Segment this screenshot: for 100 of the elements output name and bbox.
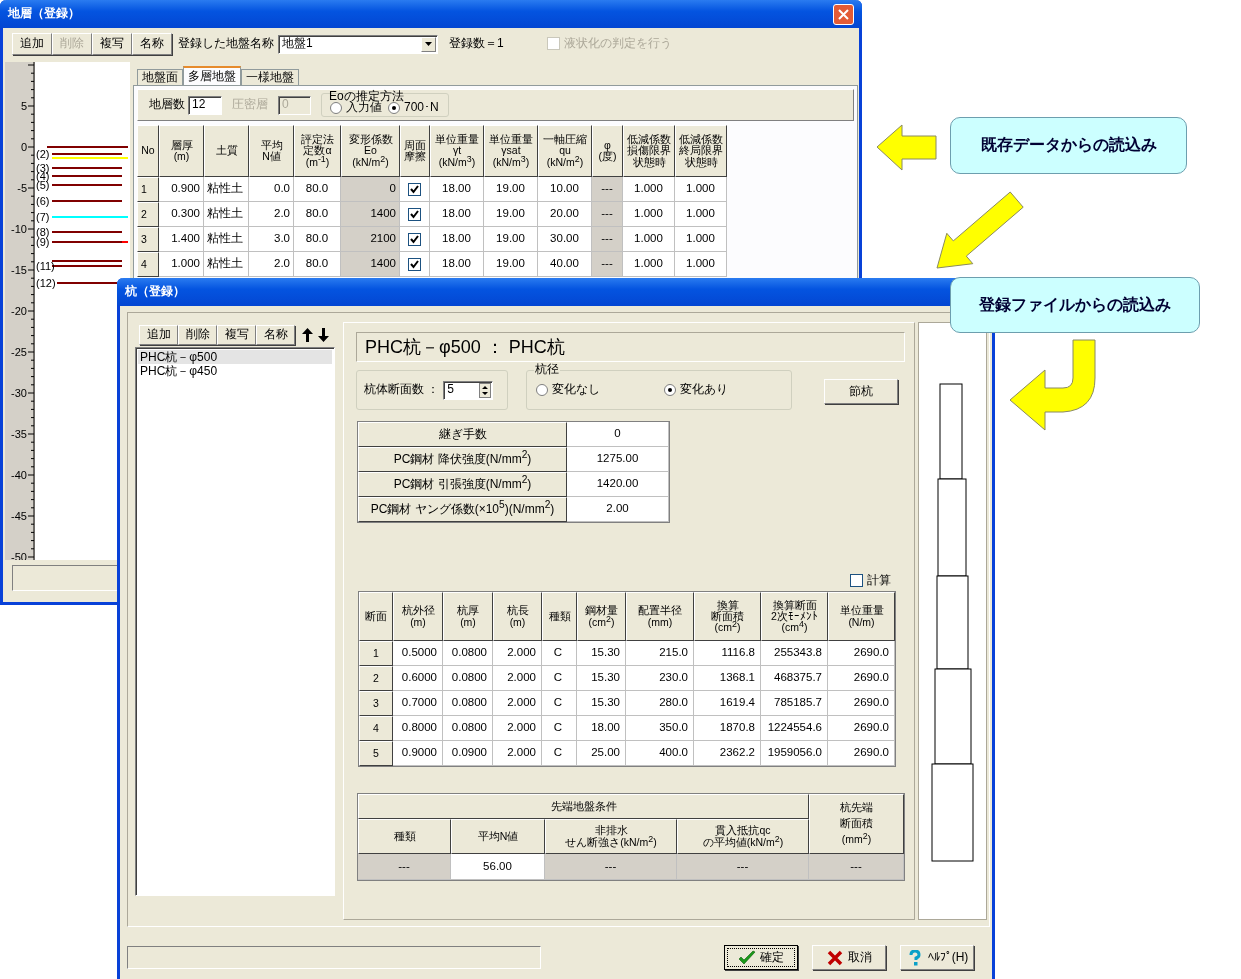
table-cell: 2690.0	[828, 741, 895, 766]
layer-line	[51, 260, 123, 262]
layer-line	[51, 265, 123, 267]
table-cell: 0.0	[249, 177, 294, 202]
table-cell: 1224554.6	[761, 716, 828, 741]
pile-title: PHC杭－φ500 ： PHC杭	[356, 332, 905, 362]
table-cell: 1.000	[623, 202, 675, 227]
table-cell: 15.30	[577, 691, 626, 716]
dropdown-icon[interactable]	[421, 36, 436, 52]
toolbar-button[interactable]: 追加	[139, 325, 178, 345]
layer-label: (8)	[36, 226, 50, 238]
close-icon[interactable]	[833, 3, 854, 25]
table-cell: 1619.4	[694, 691, 761, 716]
list-item[interactable]: PHC杭－φ500	[138, 350, 332, 364]
scale-label: 0	[20, 141, 27, 153]
scale-label: -30	[11, 387, 27, 399]
arrow-icon	[876, 124, 938, 172]
table-cell: 粘性土	[204, 252, 249, 277]
list-item[interactable]: PHC杭－φ450	[138, 364, 332, 378]
tab[interactable]: 多層地盤	[183, 66, 241, 85]
table-cell: 2.000	[493, 641, 542, 666]
header-text: 杭先端	[840, 800, 873, 816]
scale-label: -5	[17, 182, 27, 194]
radio-button[interactable]	[663, 384, 676, 396]
table-cell: ---	[809, 854, 904, 880]
table-cell: 0.0800	[443, 666, 493, 691]
radio-label: 変化あり	[679, 383, 728, 397]
layer-line	[51, 153, 123, 155]
ok-button[interactable]: 確定	[724, 945, 798, 970]
window-title: 地層（登録）	[8, 7, 80, 21]
column-header: 断面	[359, 592, 393, 641]
field-label: 地層数	[149, 98, 185, 112]
tab[interactable]: 地盤面	[137, 69, 183, 85]
row-header: 2	[137, 202, 159, 227]
toolbar-button[interactable]: 名称	[256, 325, 295, 345]
table-cell: 1.400	[159, 227, 204, 252]
toolbar-button[interactable]: 追加	[12, 33, 52, 55]
header-text: 断面積	[711, 611, 744, 622]
column-header: 単位重量 (N/m)	[828, 592, 895, 641]
callout: 登録ファイルからの読込み	[950, 277, 1200, 333]
column-header: 種類	[358, 819, 451, 854]
help-button[interactable]: ﾍﾙﾌﾟ(H)	[900, 945, 974, 970]
table-cell: C	[542, 641, 577, 666]
table-cell: 1.000	[623, 177, 675, 202]
toolbar-button[interactable]: 複写	[217, 325, 256, 345]
checkbox[interactable]	[408, 257, 421, 271]
row-header: 4	[137, 252, 159, 277]
table-cell: 3.0	[249, 227, 294, 252]
table-cell: 粘性土	[204, 177, 249, 202]
field-label: 登録した地盤名称	[178, 37, 274, 51]
table-cell: 2.000	[493, 716, 542, 741]
spinner-icon[interactable]	[479, 382, 492, 398]
table-cell: 0.0800	[443, 691, 493, 716]
scale-label: -10	[11, 223, 27, 235]
header-text: 周面	[404, 140, 426, 151]
checkbox[interactable]	[408, 207, 421, 221]
property-label: PC鋼材 引張強度(N/mm$^{2}$)	[358, 472, 567, 497]
table-cell: 1400	[341, 252, 400, 277]
combo-box[interactable]: 地盤1	[278, 34, 438, 54]
radio-button[interactable]	[330, 102, 342, 114]
property-label: 継ぎ手数	[358, 422, 567, 447]
table-cell: 0.6000	[393, 666, 443, 691]
table-cell: ---	[592, 252, 623, 277]
radio-button[interactable]	[388, 102, 400, 114]
header-text: 定数α	[303, 145, 332, 157]
table-cell: 2690.0	[828, 641, 895, 666]
input-field[interactable]: 12	[188, 95, 222, 115]
table-cell: 2.0	[249, 202, 294, 227]
checkbox[interactable]	[408, 182, 421, 196]
layer-line	[51, 231, 123, 233]
table-cell: ---	[358, 854, 451, 880]
joint-button[interactable]: 節杭	[824, 379, 898, 404]
table-cell[interactable]: 56.00	[451, 854, 545, 880]
checkbox[interactable]	[408, 232, 421, 246]
column-header: 杭長 (m)	[493, 592, 542, 641]
radio-button[interactable]	[536, 384, 548, 396]
table-cell: 1368.1	[694, 666, 761, 691]
table-cell: 1.000	[623, 227, 675, 252]
down-arrow-icon[interactable]	[317, 328, 330, 342]
row-header: 3	[359, 691, 393, 716]
tab[interactable]: 一様地盤	[241, 69, 299, 85]
cancel-button[interactable]: 取消	[812, 945, 886, 970]
table-cell: 0.9000	[393, 741, 443, 766]
property-value: 2.00	[567, 497, 669, 522]
scale-label: 5	[20, 100, 27, 112]
table-cell: 0.900	[159, 177, 204, 202]
table-cell: 0.8000	[393, 716, 443, 741]
table-cell: 80.0	[294, 202, 341, 227]
toolbar-button[interactable]: 名称	[132, 33, 172, 55]
spin-field[interactable]: 5	[443, 380, 494, 400]
layer-label: (12)	[36, 277, 56, 289]
up-arrow-icon[interactable]	[301, 328, 314, 342]
table-cell: 25.00	[577, 741, 626, 766]
header-text: 終局限界	[679, 145, 723, 157]
table-cell: 0.0800	[443, 716, 493, 741]
toolbar-button[interactable]: 削除	[178, 325, 217, 345]
checkbox[interactable]	[850, 574, 863, 587]
table-cell: C	[542, 691, 577, 716]
table-cell: 0.300	[159, 202, 204, 227]
toolbar-button[interactable]: 複写	[92, 33, 132, 55]
